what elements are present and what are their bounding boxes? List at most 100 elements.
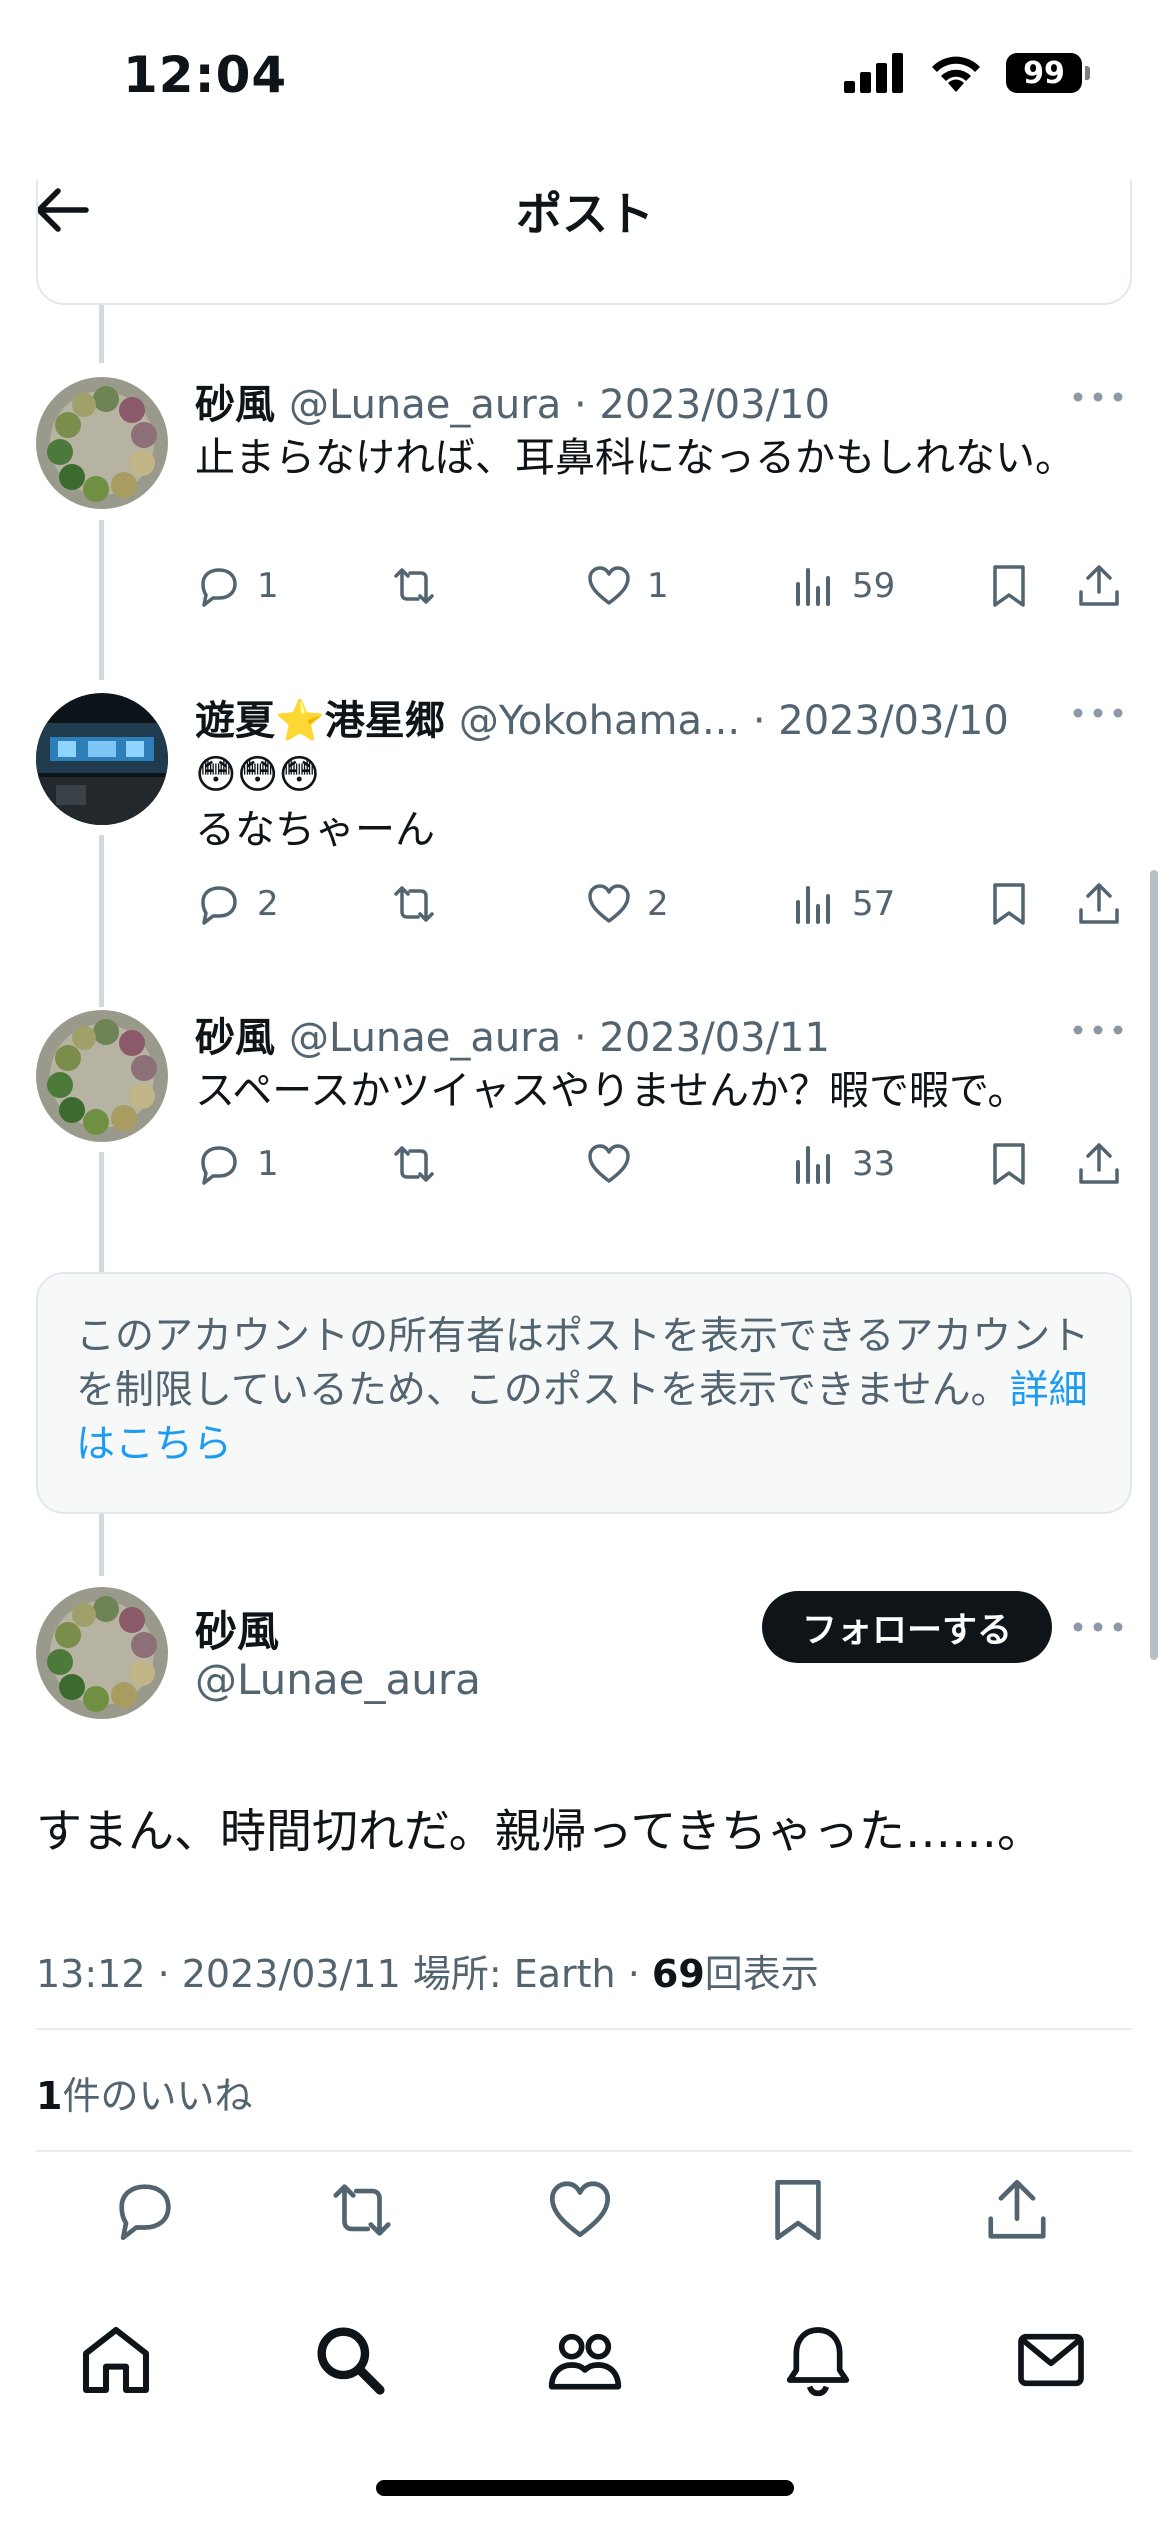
display-name[interactable]: 遊夏⭐️港星郷	[195, 688, 445, 746]
post-text: 止まらなければ、耳鼻科になっるかもしれない。	[195, 435, 1075, 481]
battery-tip	[1085, 66, 1090, 80]
tweet-header: 砂風 @Lunae_aura · 2023/03/10	[195, 372, 830, 430]
bookmark-button[interactable]	[985, 880, 1033, 928]
reply-icon	[201, 886, 237, 925]
battery-level: 99	[1006, 53, 1082, 93]
share-button[interactable]	[1075, 1140, 1123, 1188]
bookmark-icon[interactable]	[763, 2175, 833, 2245]
main-post-text: すまん、時間切れだ。親帰ってきちゃった……。	[36, 1804, 1043, 1858]
reply-button[interactable]: 1	[195, 562, 279, 610]
like-button[interactable]: 2	[585, 880, 669, 928]
bookmark-icon	[993, 1143, 1025, 1185]
reply-count: 2	[257, 884, 279, 924]
reply-icon[interactable]	[110, 2175, 180, 2245]
thread-line	[99, 835, 104, 1007]
views-button[interactable]: 59	[790, 562, 895, 610]
notifications-icon[interactable]	[778, 2320, 858, 2400]
post-timestamp[interactable]: 13:12 · 2023/03/11 場所: Earth ·	[36, 1952, 652, 1996]
view-count: 57	[852, 884, 896, 924]
avatar[interactable]	[36, 1587, 168, 1719]
post-actions: 1 1 59	[195, 562, 1130, 622]
display-name[interactable]: 砂風	[195, 1598, 279, 1659]
post-date[interactable]: 2023/03/10	[778, 698, 1009, 744]
reply-count: 1	[257, 1144, 279, 1184]
share-icon	[1079, 883, 1119, 924]
share-button[interactable]	[1075, 880, 1123, 928]
post-date[interactable]: 2023/03/10	[599, 382, 830, 428]
like-button[interactable]	[585, 1140, 647, 1188]
view-count: 59	[852, 566, 896, 606]
status-bar: 12:04 99	[0, 0, 1170, 150]
handle[interactable]: @Lunae_aura	[289, 382, 561, 428]
tweet-header: 遊夏⭐️港星郷 @Yokohama... · 2023/03/10	[195, 688, 1009, 746]
bookmark-button[interactable]	[985, 562, 1033, 610]
views-button[interactable]: 33	[790, 1140, 895, 1188]
share-icon	[1079, 1143, 1119, 1184]
separator-dot: ·	[740, 698, 779, 744]
bookmark-icon	[993, 565, 1025, 607]
reply-icon	[201, 568, 237, 607]
more-options-icon[interactable]	[1068, 1020, 1128, 1040]
post-text: スペースかツイャスやりませんか？暇で暇で。	[195, 1068, 1028, 1114]
analytics-icon	[796, 886, 830, 924]
repost-button[interactable]	[390, 880, 452, 928]
share-icon[interactable]	[982, 2175, 1052, 2245]
view-count: 69	[651, 1952, 705, 1996]
views-button[interactable]: 57	[790, 880, 895, 928]
communities-icon[interactable]	[545, 2320, 625, 2400]
reply-button[interactable]: 1	[195, 1140, 279, 1188]
display-name[interactable]: 砂風	[195, 372, 275, 430]
thread-line	[99, 520, 104, 680]
more-options-icon[interactable]	[1068, 1617, 1128, 1637]
quoted-post-card[interactable]	[36, 180, 1132, 305]
post-emoji: 😳😳😳	[195, 752, 321, 798]
reply-button[interactable]: 2	[195, 880, 279, 928]
handle[interactable]: @Yokohama...	[459, 698, 740, 744]
post-metadata: 13:12 · 2023/03/11 場所: Earth · 69回表示	[36, 1943, 819, 1998]
follow-button[interactable]: フォローする	[762, 1591, 1052, 1663]
post-text: るなちゃーん	[195, 807, 435, 853]
display-name[interactable]: 砂風	[195, 1005, 275, 1063]
more-options-icon[interactable]	[1068, 387, 1128, 407]
likes-summary[interactable]: 1件のいいね	[36, 2065, 252, 2120]
avatar[interactable]	[36, 377, 168, 509]
handle[interactable]: @Lunae_aura	[289, 1015, 561, 1061]
heart-icon[interactable]	[545, 2175, 615, 2245]
like-button[interactable]: 1	[585, 562, 669, 610]
restricted-text: このアカウントの所有者はポストを表示できるアカウントを制限しているため、このポス…	[76, 1314, 1090, 1413]
bookmark-button[interactable]	[985, 1140, 1033, 1188]
repost-button[interactable]	[390, 1140, 452, 1188]
like-count: 1	[36, 2074, 63, 2118]
main-post-actions	[0, 2175, 1170, 2255]
bookmark-icon	[993, 883, 1025, 925]
heart-icon	[588, 884, 630, 923]
wifi-icon	[932, 56, 980, 92]
share-button[interactable]	[1075, 562, 1123, 610]
like-count: 2	[647, 884, 669, 924]
cellular-signal-icon	[844, 53, 903, 93]
avatar[interactable]	[36, 693, 168, 825]
repost-icon	[394, 1146, 434, 1182]
scrollbar[interactable]	[1150, 870, 1158, 1660]
thread-line	[99, 1514, 104, 1576]
repost-button[interactable]	[390, 562, 452, 610]
messages-icon[interactable]	[1011, 2320, 1091, 2400]
heart-icon	[588, 566, 630, 605]
handle[interactable]: @Lunae_aura	[195, 1655, 481, 1704]
post-date[interactable]: 2023/03/11	[599, 1015, 830, 1061]
reply-icon	[201, 1146, 237, 1185]
separator-dot: ·	[561, 382, 600, 428]
home-icon[interactable]	[76, 2320, 156, 2400]
likes-label: 件のいいね	[62, 2074, 253, 2118]
divider	[36, 2028, 1132, 2030]
more-options-icon[interactable]	[1068, 703, 1128, 723]
status-icons: 99	[844, 52, 1090, 94]
thread-line	[99, 305, 104, 363]
like-count: 1	[647, 566, 669, 606]
post-actions: 2 2 57	[195, 880, 1130, 940]
avatar[interactable]	[36, 1010, 168, 1142]
repost-icon[interactable]	[327, 2175, 397, 2245]
search-icon[interactable]	[310, 2320, 390, 2400]
repost-icon	[394, 568, 434, 604]
home-indicator[interactable]	[376, 2480, 794, 2496]
